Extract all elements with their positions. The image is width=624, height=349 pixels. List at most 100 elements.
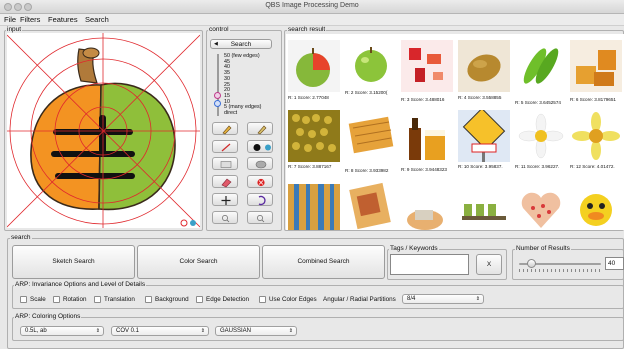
control-panel-label: control bbox=[208, 26, 230, 33]
line-icon bbox=[221, 143, 231, 152]
result-thumb[interactable] bbox=[458, 110, 510, 162]
coloring-options-label: ARP: Coloring Options bbox=[14, 313, 82, 320]
eraser-icon bbox=[221, 178, 232, 188]
result-score: R: 3 Score: 3.488016 bbox=[401, 97, 445, 102]
result-thumb[interactable] bbox=[288, 184, 340, 230]
arp-options-label: ARP: Invariance Options and Level of Det… bbox=[14, 281, 147, 288]
result-thumb[interactable] bbox=[458, 184, 510, 230]
pencil-icon bbox=[222, 125, 232, 135]
result-score: R: 11 Score: 3.96227. bbox=[515, 164, 560, 169]
move-button[interactable] bbox=[212, 193, 238, 206]
result-score: R: 4 Score: 3.558855 bbox=[458, 95, 502, 100]
tags-input[interactable] bbox=[390, 254, 469, 275]
edge-slider-thumb-2[interactable] bbox=[214, 100, 221, 107]
covariance-select[interactable]: COV 0.1 ⇕ bbox=[111, 326, 209, 336]
result-thumb[interactable] bbox=[345, 40, 397, 92]
background-checkbox[interactable] bbox=[145, 296, 152, 303]
menu-bar: File Filters Features Search bbox=[0, 14, 624, 26]
result-thumb[interactable] bbox=[288, 40, 340, 92]
distribution-select[interactable]: GAUSSIAN ⇕ bbox=[215, 326, 297, 336]
distribution-value: GAUSSIAN bbox=[220, 328, 252, 334]
edge-slider-labels: 50 (few edges) 45 40 35 30 25 20 15 10 5… bbox=[224, 53, 282, 117]
result-score: R: 5 Score: 3.6452574 bbox=[515, 100, 561, 105]
zoom-out-icon bbox=[222, 215, 230, 223]
result-score: R: 12 Score: 4.01472. bbox=[570, 164, 615, 169]
sketch-canvas[interactable] bbox=[6, 33, 201, 228]
use-color-edges-label: Use Color Edges bbox=[269, 296, 317, 303]
pencil-alt-icon bbox=[257, 125, 267, 135]
edge-detection-label: Edge Detection bbox=[206, 296, 250, 303]
rotation-label: Rotation bbox=[63, 296, 87, 303]
partitions-value: 8/4 bbox=[407, 296, 416, 302]
result-score: R: 2 Score: 3.15200( bbox=[345, 90, 388, 95]
chevron-updown-icon: ⇕ bbox=[95, 328, 100, 334]
color-search-button[interactable]: Color Search bbox=[137, 245, 260, 279]
result-thumb[interactable] bbox=[401, 184, 453, 230]
rectangle-icon bbox=[220, 161, 232, 168]
menu-features[interactable]: Features bbox=[48, 15, 78, 24]
result-score: R: 10 Score: 3.95837. bbox=[458, 164, 503, 169]
partitions-select[interactable]: 8/4 ⇕ bbox=[402, 294, 484, 304]
chevron-updown-icon: ⇕ bbox=[288, 328, 293, 334]
partitions-label: Angular / Radial Partitions bbox=[323, 296, 396, 303]
clear-icon bbox=[257, 178, 265, 187]
oval-icon bbox=[255, 160, 267, 169]
line-button[interactable] bbox=[212, 140, 238, 153]
search-button-label: Search bbox=[230, 41, 252, 48]
translation-checkbox[interactable] bbox=[94, 296, 101, 303]
result-thumb[interactable] bbox=[570, 110, 622, 162]
num-results-slider-thumb[interactable] bbox=[526, 259, 536, 268]
oval-button[interactable] bbox=[247, 157, 273, 170]
search-button[interactable]: ◀ Search bbox=[210, 39, 272, 49]
tags-clear-button[interactable]: X bbox=[476, 254, 502, 275]
result-thumb[interactable] bbox=[515, 184, 567, 230]
menu-filters[interactable]: Filters bbox=[20, 15, 40, 24]
menu-search[interactable]: Search bbox=[85, 15, 109, 24]
result-thumb[interactable] bbox=[570, 40, 622, 92]
search-result-label: search result bbox=[287, 26, 327, 33]
result-thumb[interactable] bbox=[401, 40, 453, 92]
result-thumb[interactable] bbox=[345, 180, 397, 230]
covariance-value: COV 0.1 bbox=[116, 328, 140, 334]
edge-slider-thumb[interactable] bbox=[214, 92, 221, 99]
num-results-field[interactable]: 40 bbox=[605, 257, 624, 270]
color-space-select[interactable]: 0.5L, ab ⇕ bbox=[20, 326, 104, 336]
zoom-in-icon bbox=[257, 215, 265, 223]
result-thumb[interactable] bbox=[570, 184, 622, 230]
result-thumb[interactable] bbox=[515, 110, 567, 162]
zoom-out-button[interactable] bbox=[212, 211, 238, 224]
result-score: R: 9 Score: 3.9448323 bbox=[401, 167, 447, 172]
rectangle-button[interactable] bbox=[212, 157, 238, 170]
dot-button[interactable] bbox=[247, 140, 273, 153]
input-panel-label: input bbox=[6, 26, 23, 33]
edge-detection-checkbox[interactable] bbox=[196, 296, 203, 303]
result-grid: R: 1 Score: 2.77048 R: 2 Score: 3.15200(… bbox=[286, 34, 624, 230]
pencil-alt-button[interactable] bbox=[247, 122, 273, 135]
window-title: QBS Image Processing Demo bbox=[265, 2, 359, 9]
rotation-checkbox[interactable] bbox=[53, 296, 60, 303]
clear-button[interactable] bbox=[247, 175, 273, 188]
move-icon bbox=[221, 196, 231, 205]
tags-label: Tags / Keywords bbox=[389, 245, 439, 252]
result-thumb[interactable] bbox=[288, 110, 340, 162]
menu-file[interactable]: File bbox=[4, 15, 16, 24]
result-thumb[interactable] bbox=[401, 110, 453, 162]
color-space-value: 0.5L, ab bbox=[25, 328, 47, 334]
search-section-label: search bbox=[10, 234, 32, 241]
use-color-edges-checkbox[interactable] bbox=[259, 296, 266, 303]
result-score: R: 1 Score: 2.77048 bbox=[288, 95, 329, 100]
sketch-search-button[interactable]: Sketch Search bbox=[12, 245, 135, 279]
dot-icon bbox=[253, 144, 271, 151]
scale-checkbox[interactable] bbox=[20, 296, 27, 303]
result-score: R: 7 Score: 3.887167 bbox=[288, 164, 332, 169]
combined-search-button[interactable]: Combined Search bbox=[262, 245, 385, 279]
title-bar: QBS Image Processing Demo bbox=[0, 0, 624, 14]
result-thumb[interactable] bbox=[458, 40, 510, 92]
pencil-button[interactable] bbox=[212, 122, 238, 135]
zoom-in-button[interactable] bbox=[247, 211, 273, 224]
undo-button[interactable] bbox=[247, 193, 273, 206]
eraser-button[interactable] bbox=[212, 175, 238, 188]
result-thumb[interactable] bbox=[515, 40, 567, 92]
result-thumb[interactable] bbox=[345, 110, 397, 162]
triangle-left-icon: ◀ bbox=[214, 41, 218, 47]
